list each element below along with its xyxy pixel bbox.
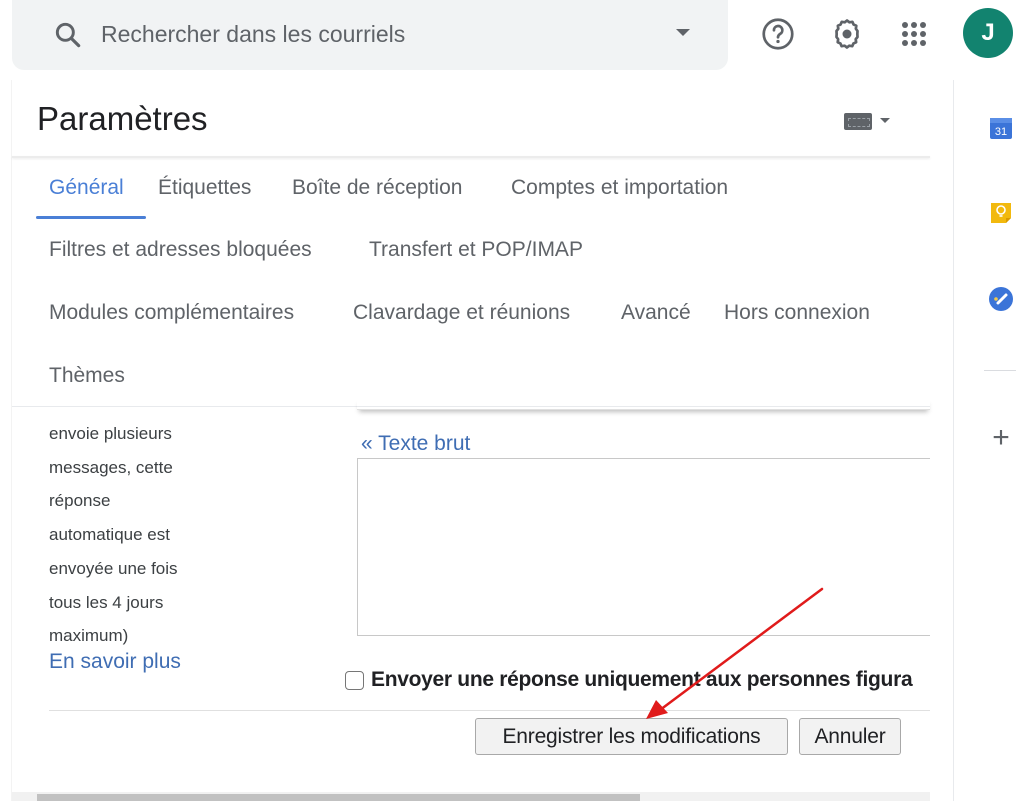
description-line: messages, cette — [49, 457, 173, 477]
keep-icon[interactable] — [988, 200, 1014, 226]
description-line: envoie plusieurs — [49, 424, 172, 443]
settings-panel: Paramètres Général Étiquettes Boîte de r… — [12, 80, 930, 801]
keyboard-icon[interactable] — [844, 113, 872, 130]
side-panel: 31 + — [953, 80, 1024, 801]
vacation-description: envoie plusieurs messages, cette réponse… — [49, 417, 249, 653]
top-bar: Rechercher dans les courriels J — [0, 0, 1024, 80]
search-input[interactable]: Rechercher dans les courriels — [101, 18, 405, 50]
tab-inbox[interactable]: Boîte de réception — [292, 176, 462, 200]
tab-labels[interactable]: Étiquettes — [158, 176, 251, 200]
search-options-caret-icon[interactable] — [676, 29, 690, 36]
description-line: envoyée une fois — [49, 558, 178, 578]
tab-offline[interactable]: Hors connexion — [724, 301, 870, 325]
tab-accounts-import[interactable]: Comptes et importation — [511, 176, 728, 200]
tab-themes[interactable]: Thèmes — [49, 364, 125, 388]
help-icon[interactable] — [760, 16, 796, 52]
scrollbar-thumb[interactable] — [37, 794, 640, 801]
tab-addons[interactable]: Modules complémentaires — [49, 301, 294, 325]
input-tools-caret-icon[interactable] — [880, 118, 890, 123]
account-avatar[interactable]: J — [963, 8, 1013, 58]
contacts-only-label[interactable]: Envoyer une réponse uniquement aux perso… — [371, 668, 913, 692]
gear-icon[interactable] — [829, 16, 865, 52]
plus-icon[interactable]: + — [987, 423, 1015, 453]
contacts-only-option[interactable]: Envoyer une réponse uniquement aux perso… — [345, 668, 913, 692]
content-clip-mask — [918, 580, 953, 620]
plain-text-link[interactable]: « Texte brut — [361, 432, 470, 456]
tab-advanced[interactable]: Avancé — [621, 301, 691, 325]
description-line: tous les 4 jours — [49, 592, 164, 612]
rich-text-toolbar-edge — [357, 398, 930, 410]
gmail-settings-window: Rechercher dans les courriels J Paramètr… — [0, 0, 1024, 801]
calendar-day: 31 — [995, 126, 1007, 138]
save-changes-button[interactable]: Enregistrer les modifications — [475, 718, 788, 755]
search-bar[interactable]: Rechercher dans les courriels — [12, 0, 728, 70]
calendar-icon[interactable]: 31 — [988, 115, 1014, 141]
tasks-icon[interactable] — [988, 286, 1014, 312]
tab-general[interactable]: Général — [49, 176, 124, 200]
description-line: automatique est — [49, 525, 170, 545]
tab-chat-meet[interactable]: Clavardage et réunions — [353, 301, 570, 325]
active-tab-indicator — [36, 216, 146, 219]
horizontal-scrollbar[interactable] — [12, 792, 930, 801]
side-panel-divider — [984, 370, 1016, 371]
learn-more-link[interactable]: En savoir plus — [49, 650, 181, 674]
tab-forwarding-pop-imap[interactable]: Transfert et POP/IMAP — [369, 238, 583, 262]
description-line: maximum) — [49, 626, 129, 646]
tab-filters[interactable]: Filtres et adresses bloquées — [49, 238, 312, 262]
vacation-message-input[interactable] — [357, 458, 930, 636]
cancel-button[interactable]: Annuler — [799, 718, 901, 755]
page-title: Paramètres — [37, 100, 208, 137]
footer-divider — [49, 710, 930, 711]
description-line: réponse — [49, 491, 111, 511]
search-icon[interactable] — [52, 19, 84, 51]
contacts-only-checkbox[interactable] — [345, 670, 364, 690]
apps-grid-icon[interactable] — [896, 16, 932, 52]
title-divider — [12, 156, 930, 158]
